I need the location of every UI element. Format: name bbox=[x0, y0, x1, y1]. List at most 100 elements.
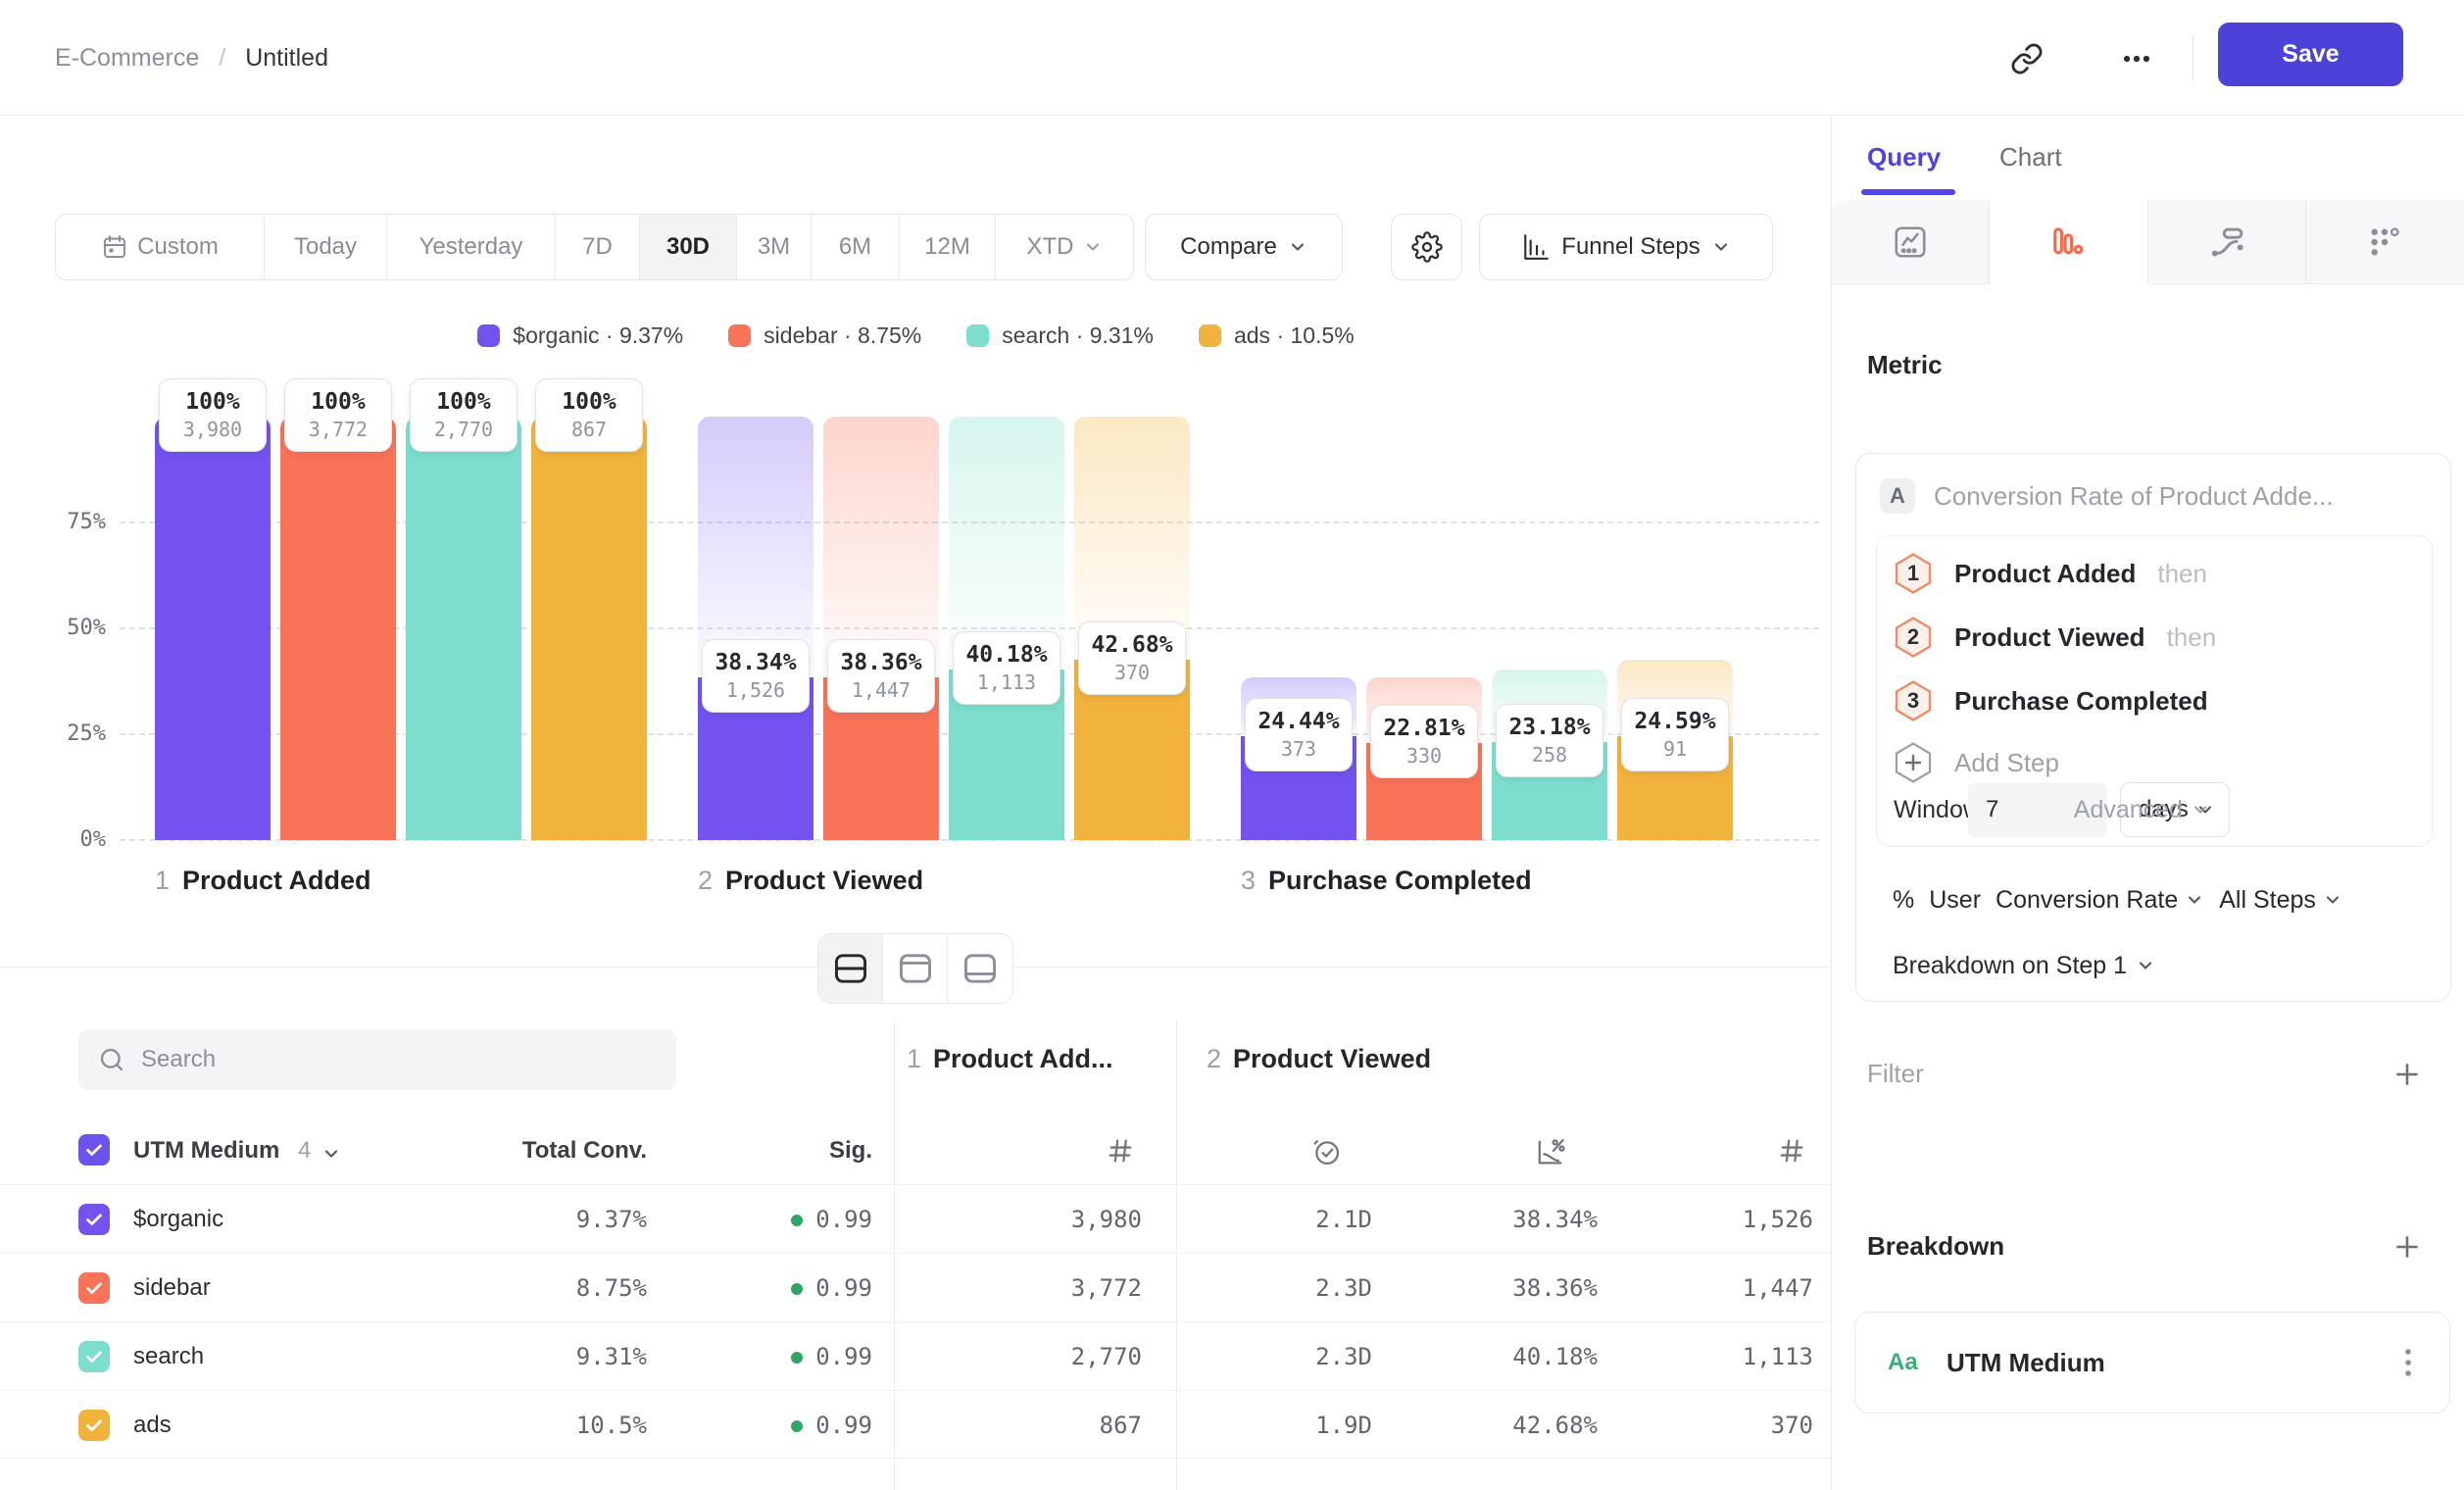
total-conv-header[interactable]: Total Conv. bbox=[470, 1118, 647, 1184]
legend-item[interactable]: sidebar · 8.75% bbox=[728, 323, 921, 349]
row-total-conv: 10.5% bbox=[510, 1391, 647, 1460]
tab-journeys-chart[interactable] bbox=[2148, 200, 2306, 284]
measure-pct[interactable]: % bbox=[1893, 886, 1914, 915]
funnel-bar[interactable] bbox=[155, 417, 271, 840]
step-event-name[interactable]: Product Viewed bbox=[1954, 622, 2145, 653]
legend-item[interactable]: $organic · 9.37% bbox=[477, 323, 683, 349]
date-range-3m[interactable]: 3M bbox=[737, 215, 812, 279]
measure-scope-dropdown[interactable]: All Steps bbox=[2219, 886, 2342, 915]
advanced-toggle[interactable]: Advanced bbox=[2074, 796, 2210, 824]
breadcrumb-current[interactable]: Untitled bbox=[245, 44, 328, 73]
chevron-down-icon[interactable] bbox=[321, 1119, 341, 1186]
bar-value-label: 100%867 bbox=[535, 378, 643, 452]
measure-entity[interactable]: User bbox=[1929, 886, 1981, 915]
funnel-step-3: 3 Purchase Completed bbox=[1894, 679, 2230, 722]
date-range-6m[interactable]: 6M bbox=[812, 215, 900, 279]
breadcrumb-parent[interactable]: E-Commerce bbox=[55, 44, 199, 73]
metric-title[interactable]: Conversion Rate of Product Adde... bbox=[1934, 478, 2334, 514]
chevron-down-icon bbox=[1711, 237, 1731, 257]
row-significance: 0.99 bbox=[782, 1185, 872, 1258]
layout-top-icon bbox=[898, 952, 933, 985]
layout-split-icon bbox=[833, 952, 868, 985]
chevron-down-icon bbox=[2136, 956, 2155, 975]
step-number: 1 bbox=[155, 866, 170, 896]
tab-chart[interactable]: Chart bbox=[1999, 137, 2062, 176]
layout-split-button[interactable] bbox=[818, 934, 883, 1003]
conversion-rate-icon[interactable] bbox=[1533, 1135, 1566, 1168]
table-header-row: UTM Medium 4 Total Conv. Sig. bbox=[0, 1118, 1832, 1184]
funnel-bar[interactable] bbox=[531, 417, 647, 840]
time-to-convert-icon[interactable] bbox=[1309, 1135, 1343, 1168]
bar-count: 91 bbox=[1626, 736, 1724, 762]
layout-table-only-button[interactable] bbox=[948, 934, 1012, 1003]
date-range-12m[interactable]: 12M bbox=[900, 215, 996, 279]
chart-type-button[interactable]: Funnel Steps bbox=[1479, 214, 1773, 280]
tab-query[interactable]: Query bbox=[1867, 137, 1941, 176]
row-checkbox[interactable] bbox=[78, 1341, 110, 1372]
add-step-row[interactable]: Add Step bbox=[1894, 741, 2059, 784]
step-number: 2 bbox=[1207, 1044, 1221, 1074]
sig-header[interactable]: Sig. bbox=[784, 1118, 872, 1184]
funnel-bar[interactable] bbox=[406, 417, 521, 840]
date-range-label: 7D bbox=[582, 233, 613, 261]
tab-funnel-chart[interactable] bbox=[1990, 200, 2147, 284]
kebab-menu-icon[interactable] bbox=[2390, 1341, 2426, 1384]
date-range-label: 12M bbox=[924, 233, 970, 261]
add-filter-button[interactable] bbox=[2391, 1059, 2423, 1090]
funnel-step-label: 2Product Viewed bbox=[698, 866, 923, 896]
funnel-steps-card: 1 Product Added then 2 Product Viewed th… bbox=[1876, 535, 2433, 847]
select-all-checkbox[interactable] bbox=[78, 1134, 110, 1166]
date-range-today[interactable]: Today bbox=[265, 215, 387, 279]
query-sidebar: Query Chart Metric A Conversion Rate of … bbox=[1832, 117, 2464, 1490]
search-input[interactable] bbox=[141, 1046, 657, 1073]
date-range-30d[interactable]: 30D bbox=[640, 215, 737, 279]
sig-dot bbox=[791, 1420, 803, 1432]
bar-pct: 38.34% bbox=[707, 648, 805, 677]
legend-item[interactable]: search · 9.31% bbox=[966, 323, 1154, 349]
bar-value-label: 22.81%330 bbox=[1370, 705, 1478, 778]
date-range-custom[interactable]: Custom bbox=[56, 215, 265, 279]
chevron-down-icon bbox=[1288, 237, 1307, 257]
layout-chart-only-button[interactable] bbox=[883, 934, 948, 1003]
count-hash-icon[interactable] bbox=[1776, 1135, 1807, 1167]
legend-item[interactable]: ads · 10.5% bbox=[1199, 323, 1355, 349]
add-step-label: Add Step bbox=[1954, 748, 2059, 778]
measured-as-row: % User Conversion Rate All Steps bbox=[1893, 878, 2342, 921]
bar-value-label: 100%3,980 bbox=[159, 378, 267, 452]
legend-swatch bbox=[728, 324, 751, 347]
bar-value-label: 38.34%1,526 bbox=[702, 639, 810, 713]
date-range-7d[interactable]: 7D bbox=[556, 215, 640, 279]
legend-label: ads · 10.5% bbox=[1234, 323, 1355, 349]
breakdown-item-card[interactable]: Aa UTM Medium bbox=[1854, 1312, 2450, 1414]
bar-pct: 38.36% bbox=[832, 648, 930, 677]
chart-settings-button[interactable] bbox=[1391, 214, 1462, 280]
row-checkbox[interactable] bbox=[78, 1204, 110, 1235]
dots-grid-icon bbox=[2367, 224, 2402, 260]
breakdown-on-step-dropdown[interactable]: Breakdown on Step 1 bbox=[1893, 946, 2155, 985]
date-range-xtd[interactable]: XTD bbox=[996, 215, 1133, 279]
tab-metrics-chart[interactable] bbox=[1832, 200, 1990, 284]
row-checkbox[interactable] bbox=[78, 1272, 110, 1304]
step-name: Purchase Completed bbox=[1268, 866, 1532, 896]
step-event-name[interactable]: Product Added bbox=[1954, 559, 2136, 589]
more-options-button[interactable] bbox=[2111, 33, 2162, 84]
bar-value-label: 100%2,770 bbox=[410, 378, 517, 452]
group-by-label[interactable]: UTM Medium 4 bbox=[133, 1118, 311, 1184]
date-range-yesterday[interactable]: Yesterday bbox=[387, 215, 556, 279]
filter-heading: Filter bbox=[1867, 1059, 1924, 1089]
row-checkbox[interactable] bbox=[78, 1410, 110, 1441]
share-link-button[interactable] bbox=[2001, 33, 2052, 84]
compare-button[interactable]: Compare bbox=[1145, 214, 1343, 280]
chart-type-label: Funnel Steps bbox=[1561, 233, 1700, 261]
bar-count: 1,526 bbox=[707, 677, 805, 703]
measure-metric-dropdown[interactable]: Conversion Rate bbox=[1996, 886, 2204, 915]
count-hash-icon[interactable] bbox=[1105, 1135, 1136, 1167]
add-breakdown-button[interactable] bbox=[2391, 1231, 2423, 1263]
funnel-bar[interactable] bbox=[280, 417, 396, 840]
step-event-name[interactable]: Purchase Completed bbox=[1954, 686, 2208, 717]
tab-matrix-chart[interactable] bbox=[2306, 200, 2464, 284]
group-count: 4 bbox=[298, 1137, 311, 1164]
save-button[interactable]: Save bbox=[2218, 23, 2403, 86]
table-row: search9.31%0.992,7702.3D40.18%1,113 bbox=[0, 1321, 1832, 1390]
group-by-name: UTM Medium bbox=[133, 1137, 279, 1164]
